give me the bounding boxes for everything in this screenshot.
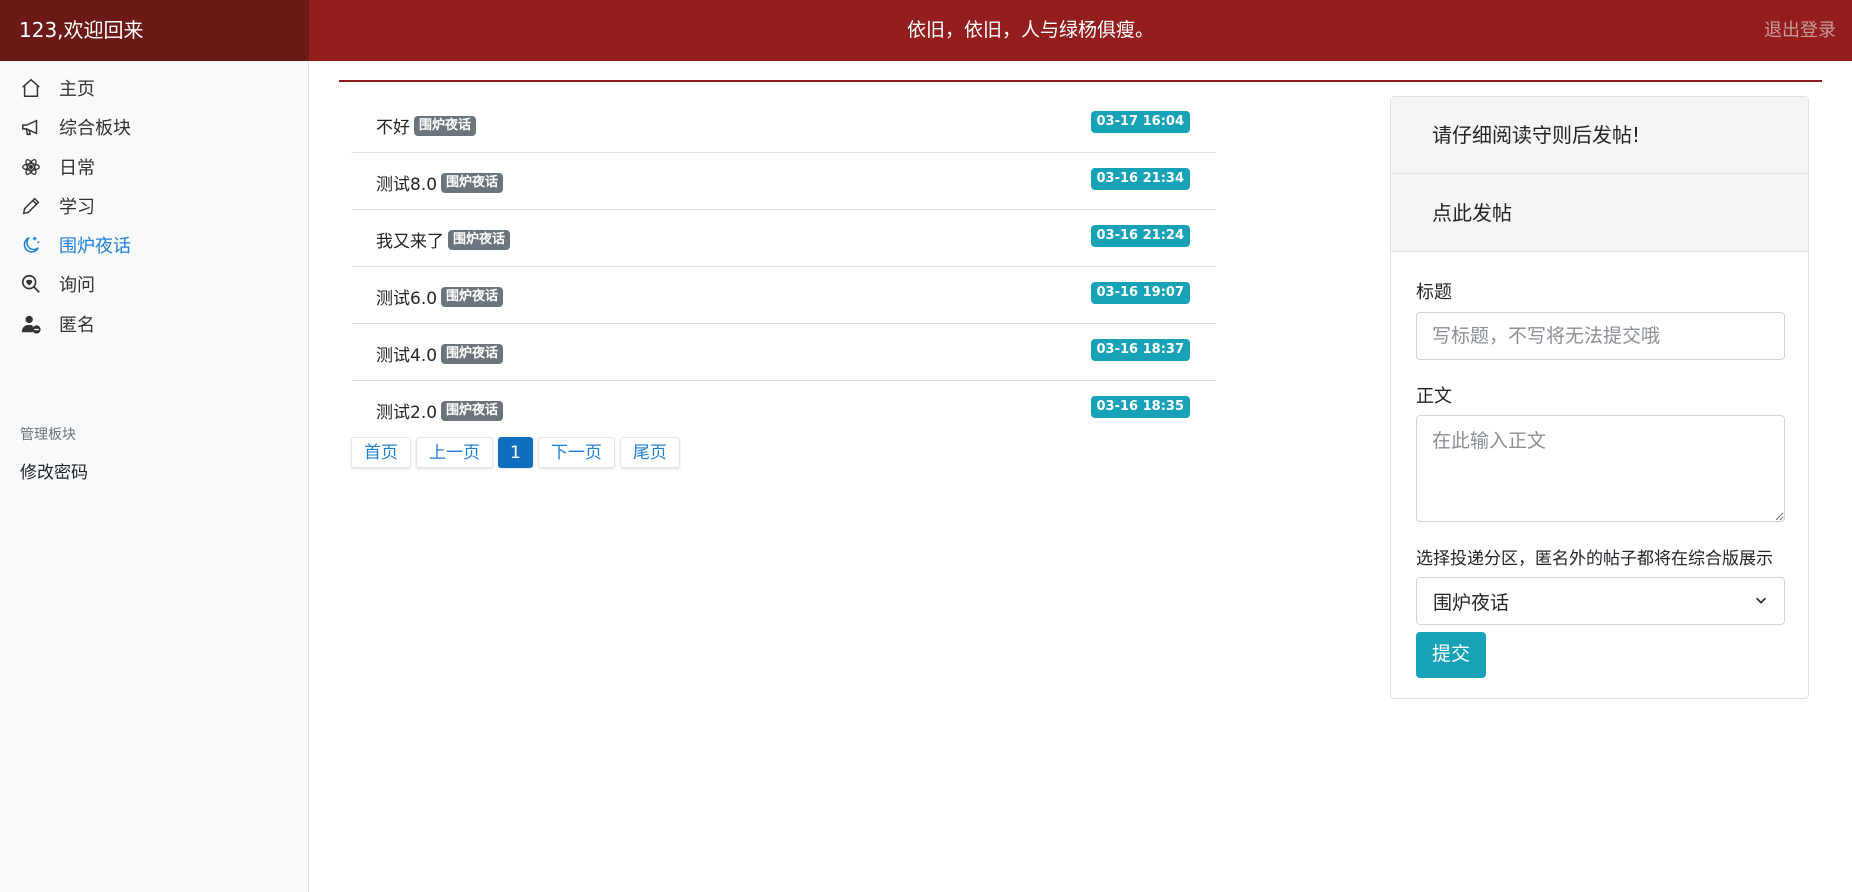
post-row[interactable]: 测试8.0 围炉夜话 03-16 21:34 [351,153,1216,210]
post-title: 我又来了 [376,232,444,252]
rules-notice: 请仔细阅读守则后发帖! [1391,97,1808,174]
post-tag: 围炉夜话 [441,343,504,364]
post-time-badge: 03-16 18:37 [1090,339,1190,361]
submit-button[interactable]: 提交 [1416,632,1487,678]
first-page-button[interactable]: 首页 [351,437,411,468]
post-title: 测试2.0 [376,403,438,423]
title-input[interactable] [1416,312,1785,360]
post-time-badge: 03-17 16:04 [1090,111,1190,133]
post-row[interactable]: 测试2.0 围炉夜话 03-16 18:35 [351,381,1216,438]
moon-stars-icon [19,233,43,257]
sidebar-item-label: 匿名 [59,315,95,336]
post-title: 测试6.0 [376,289,438,309]
post-time-badge: 03-16 21:24 [1090,225,1190,247]
post-row[interactable]: 测试4.0 围炉夜话 03-16 18:37 [351,324,1216,381]
body-textarea[interactable] [1416,415,1785,522]
sidebar-item-label: 日常 [59,158,95,179]
post-tag: 围炉夜话 [441,400,504,421]
sidebar-item-anonymous[interactable]: 匿名 [0,306,309,342]
sidebar-item-study[interactable]: 学习 [0,188,309,224]
post-row[interactable]: 测试6.0 围炉夜话 03-16 19:07 [351,267,1216,324]
pencil-icon [19,194,43,218]
sidebar-item-fireside[interactable]: 围炉夜话 [0,227,309,263]
body-label: 正文 [1416,386,1452,407]
sidebar-item-label: 综合板块 [59,118,131,139]
new-post-card: 请仔细阅读守则后发帖! 点此发帖 标题 正文 选择投递分区，匿名外的帖子都将在综… [1390,96,1809,699]
post-time-badge: 03-16 18:35 [1090,396,1190,418]
sidebar-item-label: 学习 [59,197,95,218]
post-time-badge: 03-16 19:07 [1090,282,1190,304]
megaphone-icon [19,115,43,139]
title-label: 标题 [1416,282,1452,303]
sidebar-item-general[interactable]: 综合板块 [0,109,309,145]
post-tag: 围炉夜话 [414,115,477,136]
sidebar-item-label: 围炉夜话 [59,236,131,257]
post-row[interactable]: 我又来了 围炉夜话 03-16 21:24 [351,210,1216,267]
post-title: 测试4.0 [376,346,438,366]
post-title: 测试8.0 [376,175,438,195]
sidebar-item-ask[interactable]: 询问 [0,266,309,302]
admin-section-heading: 管理板块 [20,427,76,443]
sidebar-item-daily[interactable]: 日常 [0,149,309,185]
section-selected-value: 围炉夜话 [1433,591,1510,614]
pagination: 首页 上一页 1 下一页 尾页 [351,437,680,468]
post-tag: 围炉夜话 [441,172,504,193]
post-tag: 围炉夜话 [448,229,511,250]
post-tag: 围炉夜话 [441,286,504,307]
prev-page-button[interactable]: 上一页 [416,437,493,468]
post-time-badge: 03-16 21:34 [1090,168,1190,190]
section-select[interactable]: 围炉夜话 [1416,577,1785,625]
post-title: 不好 [376,118,410,138]
atom-icon [19,155,43,179]
divider-line [339,80,1822,82]
sidebar-item-label: 主页 [59,79,95,100]
post-row[interactable]: 不好 围炉夜话 03-17 16:04 [351,96,1216,153]
change-password-link[interactable]: 修改密码 [20,458,88,483]
sidebar-item-home[interactable]: 主页 [0,70,309,106]
person-dash-icon [19,312,43,336]
home-icon [19,76,43,100]
sidebar-item-label: 询问 [59,275,95,296]
search-heart-icon [19,272,43,296]
logout-link[interactable]: 退出登录 [1764,0,1836,61]
last-page-button[interactable]: 尾页 [619,437,680,468]
next-page-button[interactable]: 下一页 [537,437,615,468]
sidebar: 主页 综合板块 日常 学习 围炉夜话 询问 匿名 管理板块 修改密码 [0,61,309,892]
current-page-button[interactable]: 1 [498,437,533,468]
welcome-text: 123,欢迎回来 [0,0,309,61]
motto-text: 依旧，依旧，人与绿杨俱瘦。 [906,19,1154,41]
section-label: 选择投递分区，匿名外的帖子都将在综合版展示 [1416,549,1773,569]
top-bar: 123,欢迎回来 依旧，依旧，人与绿杨俱瘦。 退出登录 [0,0,1852,61]
open-post-form-toggle[interactable]: 点此发帖 [1391,174,1808,252]
chevron-down-icon [1754,590,1768,612]
